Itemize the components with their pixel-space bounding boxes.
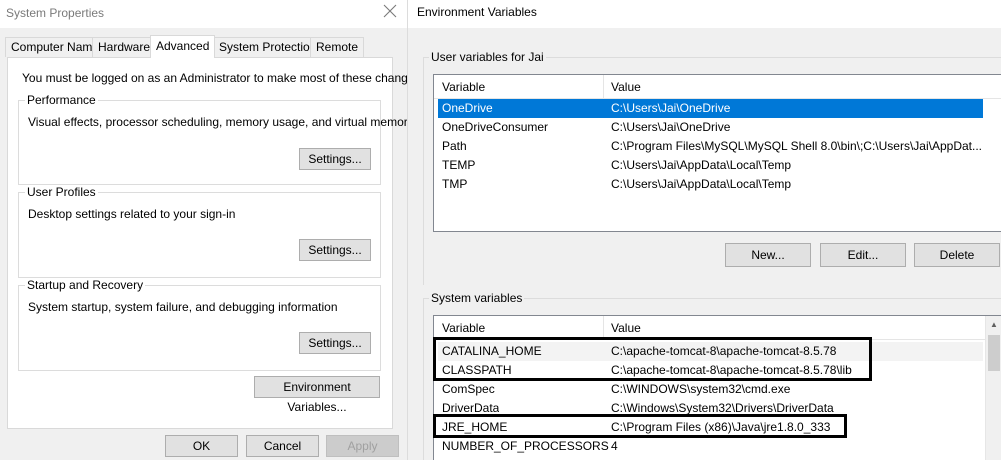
variable-value: C:\Users\Jai\OneDrive (611, 120, 731, 134)
startup-recovery-title: Startup and Recovery (25, 278, 146, 292)
user-profiles-group: User Profiles Desktop settings related t… (18, 185, 381, 278)
list-item[interactable]: OneDriveConsumer C:\Users\Jai\OneDrive (438, 118, 983, 137)
user-profiles-description: Desktop settings related to your sign-in (28, 207, 236, 221)
variable-value: C:\Users\Jai\AppData\Local\Temp (611, 177, 792, 191)
edit-user-variable-button[interactable]: Edit... (820, 243, 906, 267)
environment-variables-button[interactable]: Environment Variables... (254, 376, 380, 414)
system-variables-header: Variable Value (434, 316, 1001, 340)
list-item[interactable]: NUMBER_OF_PROCESSORS 4 (438, 437, 983, 456)
startup-recovery-description: System startup, system failure, and debu… (28, 300, 338, 314)
admin-message: You must be logged on as an Administrato… (22, 71, 424, 85)
variable-name: Path (442, 139, 467, 153)
variable-value: C:\WINDOWS\system32\cmd.exe (611, 382, 791, 396)
variable-value: C:\apache-tomcat-8\apache-tomcat-8.5.78\… (611, 363, 852, 377)
variable-name: DriverData (442, 401, 500, 415)
list-item[interactable]: OneDrive C:\Users\Jai\OneDrive (438, 99, 983, 118)
variable-name: TMP (442, 177, 468, 191)
window-title: System Properties (6, 6, 105, 20)
performance-title: Performance (25, 93, 98, 107)
variable-value: C:\Users\Jai\OneDrive (611, 101, 731, 115)
user-variables-title: User variables for Jai (429, 50, 546, 64)
tab-advanced[interactable]: Advanced (150, 35, 216, 58)
advanced-tab-panel: You must be logged on as an Administrato… (7, 57, 424, 429)
system-variables-title: System variables (429, 291, 525, 305)
column-separator[interactable] (603, 316, 604, 340)
list-item[interactable]: TEMP C:\Users\Jai\AppData\Local\Temp (438, 156, 983, 175)
performance-group: Performance Visual effects, processor sc… (18, 93, 414, 185)
variable-value: C:\Program Files\MySQL\MySQL Shell 8.0\b… (611, 139, 983, 153)
variable-name: ComSpec (442, 382, 495, 396)
apply-button[interactable]: Apply (326, 435, 399, 457)
variable-name: CATALINA_HOME (442, 344, 542, 358)
variable-name: JRE_HOME (442, 420, 508, 434)
window-title: Environment Variables (417, 5, 537, 19)
variable-name: CLASSPATH (442, 363, 512, 377)
delete-user-variable-button[interactable]: Delete (914, 243, 1000, 267)
tab-hardware[interactable]: Hardware (92, 37, 157, 57)
list-item[interactable]: CLASSPATH C:\apache-tomcat-8\apache-tomc… (438, 361, 983, 380)
user-variables-header: Variable Value (434, 75, 1001, 99)
system-properties-titlebar: System Properties (0, 0, 407, 28)
ok-button[interactable]: OK (165, 435, 238, 457)
tab-computer-name[interactable]: Computer Name (5, 37, 106, 57)
column-header-value[interactable]: Value (605, 316, 641, 340)
startup-recovery-group: Startup and Recovery System startup, sys… (18, 278, 381, 371)
user-variables-list[interactable]: Variable Value OneDrive C:\Users\Jai\One… (433, 74, 1001, 232)
column-separator[interactable] (603, 75, 604, 99)
system-variables-list[interactable]: Variable Value CATALINA_HOME C:\apache-t… (433, 315, 1001, 460)
list-item[interactable]: TMP C:\Users\Jai\AppData\Local\Temp (438, 175, 983, 194)
list-item[interactable]: ComSpec C:\WINDOWS\system32\cmd.exe (438, 380, 983, 399)
variable-value: C:\Program Files (x86)\Java\jre1.8.0_333 (611, 420, 831, 434)
environment-variables-window: Environment Variables User variables for… (407, 0, 1001, 460)
variable-value: C:\apache-tomcat-8\apache-tomcat-8.5.78 (611, 344, 837, 358)
variable-value: C:\Windows\System32\Drivers\DriverData (611, 401, 834, 415)
column-header-value[interactable]: Value (605, 75, 641, 99)
column-header-variable[interactable]: Variable (436, 316, 485, 340)
variable-name: TEMP (442, 158, 476, 172)
system-variables-scrollbar[interactable]: ▲ (985, 316, 1001, 460)
user-profiles-title: User Profiles (25, 185, 98, 199)
tab-remote[interactable]: Remote (310, 37, 365, 57)
variable-name: OneDriveConsumer (442, 120, 549, 134)
tab-system-protection[interactable]: System Protection (213, 37, 323, 57)
list-item[interactable]: CATALINA_HOME C:\apache-tomcat-8\apache-… (438, 342, 983, 361)
cancel-button[interactable]: Cancel (246, 435, 319, 457)
close-icon[interactable] (383, 4, 399, 20)
startup-recovery-settings-button[interactable]: Settings... (299, 332, 371, 354)
list-item[interactable]: Path C:\Program Files\MySQL\MySQL Shell … (438, 137, 983, 156)
performance-settings-button[interactable]: Settings... (299, 148, 371, 170)
scroll-up-arrow-icon[interactable]: ▲ (986, 316, 1001, 333)
list-item[interactable]: DriverData C:\Windows\System32\Drivers\D… (438, 399, 983, 418)
scrollbar-thumb[interactable] (988, 335, 1000, 371)
variable-name: NUMBER_OF_PROCESSORS (442, 439, 609, 453)
user-profiles-settings-button[interactable]: Settings... (299, 239, 371, 261)
new-user-variable-button[interactable]: New... (725, 243, 811, 267)
column-header-variable[interactable]: Variable (436, 75, 485, 99)
list-item[interactable]: JRE_HOME C:\Program Files (x86)\Java\jre… (438, 418, 983, 437)
environment-variables-titlebar: Environment Variables (408, 0, 1001, 28)
variable-value: 4 (611, 439, 618, 453)
variable-value: C:\Users\Jai\AppData\Local\Temp (611, 158, 792, 172)
variable-name: OneDrive (442, 101, 493, 115)
performance-description: Visual effects, processor scheduling, me… (28, 115, 414, 129)
system-properties-window: System Properties Computer Name Hardware… (0, 0, 424, 460)
